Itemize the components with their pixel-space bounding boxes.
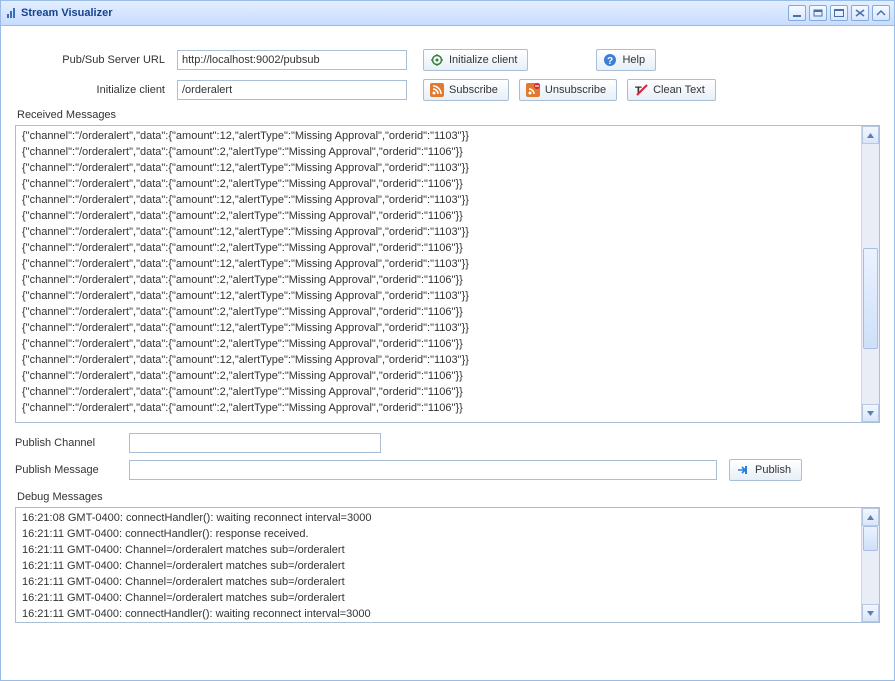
publish-channel-row: Publish Channel — [15, 433, 880, 453]
window-body: Pub/Sub Server URL Initialize client ? H… — [1, 25, 894, 680]
scroll-down-button[interactable] — [862, 604, 879, 622]
close-button[interactable] — [851, 5, 869, 21]
scroll-thumb[interactable] — [863, 248, 878, 349]
clean-text-button[interactable]: T Clean Text — [627, 79, 716, 101]
initialize-client-label: Initialize client — [449, 54, 517, 66]
server-url-row: Pub/Sub Server URL Initialize client ? H… — [15, 49, 880, 71]
publish-message-input[interactable] — [129, 460, 717, 480]
initialize-client-row: Initialize client Subscribe Unsubscribe … — [15, 79, 880, 101]
scroll-track[interactable] — [862, 144, 879, 404]
scroll-up-button[interactable] — [862, 508, 879, 526]
rss-remove-icon — [526, 83, 540, 97]
publish-channel-label: Publish Channel — [15, 437, 129, 449]
scroll-up-button[interactable] — [862, 126, 879, 144]
unsubscribe-button[interactable]: Unsubscribe — [519, 79, 617, 101]
help-label: Help — [622, 54, 645, 66]
subscribe-label: Subscribe — [449, 84, 498, 96]
send-arrow-icon — [736, 463, 750, 477]
received-messages-content: {"channel":"/orderalert","data":{"amount… — [22, 128, 860, 420]
debug-messages-label: Debug Messages — [17, 491, 880, 503]
channel-input[interactable] — [177, 80, 407, 100]
scroll-thumb[interactable] — [863, 526, 878, 551]
scroll-track[interactable] — [862, 526, 879, 604]
rss-icon — [430, 83, 444, 97]
publish-message-label: Publish Message — [15, 464, 129, 476]
clean-text-label: Clean Text — [653, 84, 705, 96]
publish-channel-input[interactable] — [129, 433, 381, 453]
minimize-button[interactable] — [788, 5, 806, 21]
help-button[interactable]: ? Help — [596, 49, 656, 71]
debug-scrollbar[interactable] — [861, 508, 879, 622]
eraser-icon: T — [634, 83, 648, 97]
titlebar[interactable]: Stream Visualizer — [1, 1, 894, 26]
restore-down-button[interactable] — [809, 5, 827, 21]
subscribe-button[interactable]: Subscribe — [423, 79, 509, 101]
publish-label: Publish — [755, 464, 791, 476]
server-url-input[interactable] — [177, 50, 407, 70]
collapse-button[interactable] — [872, 5, 890, 21]
window-title: Stream Visualizer — [21, 7, 788, 19]
initialize-client-button[interactable]: Initialize client — [423, 49, 528, 71]
initialize-client-field-label: Initialize client — [15, 84, 177, 96]
debug-messages-box[interactable]: 16:21:08 GMT-0400: connectHandler(): wai… — [15, 507, 880, 623]
help-icon: ? — [603, 53, 617, 67]
received-messages-box[interactable]: {"channel":"/orderalert","data":{"amount… — [15, 125, 880, 423]
scroll-down-button[interactable] — [862, 404, 879, 422]
app-icon — [7, 8, 17, 18]
server-url-label: Pub/Sub Server URL — [15, 54, 177, 66]
received-messages-label: Received Messages — [17, 109, 880, 121]
window-controls — [788, 5, 890, 21]
gear-refresh-icon — [430, 53, 444, 67]
debug-messages-content: 16:21:08 GMT-0400: connectHandler(): wai… — [22, 510, 860, 620]
publish-button[interactable]: Publish — [729, 459, 802, 481]
unsubscribe-label: Unsubscribe — [545, 84, 606, 96]
received-scrollbar[interactable] — [861, 126, 879, 422]
maximize-button[interactable] — [830, 5, 848, 21]
svg-text:?: ? — [607, 56, 613, 67]
window-frame: Stream Visualizer Pub/Sub Server URL Ini… — [0, 0, 895, 681]
publish-message-row: Publish Message Publish — [15, 459, 880, 481]
